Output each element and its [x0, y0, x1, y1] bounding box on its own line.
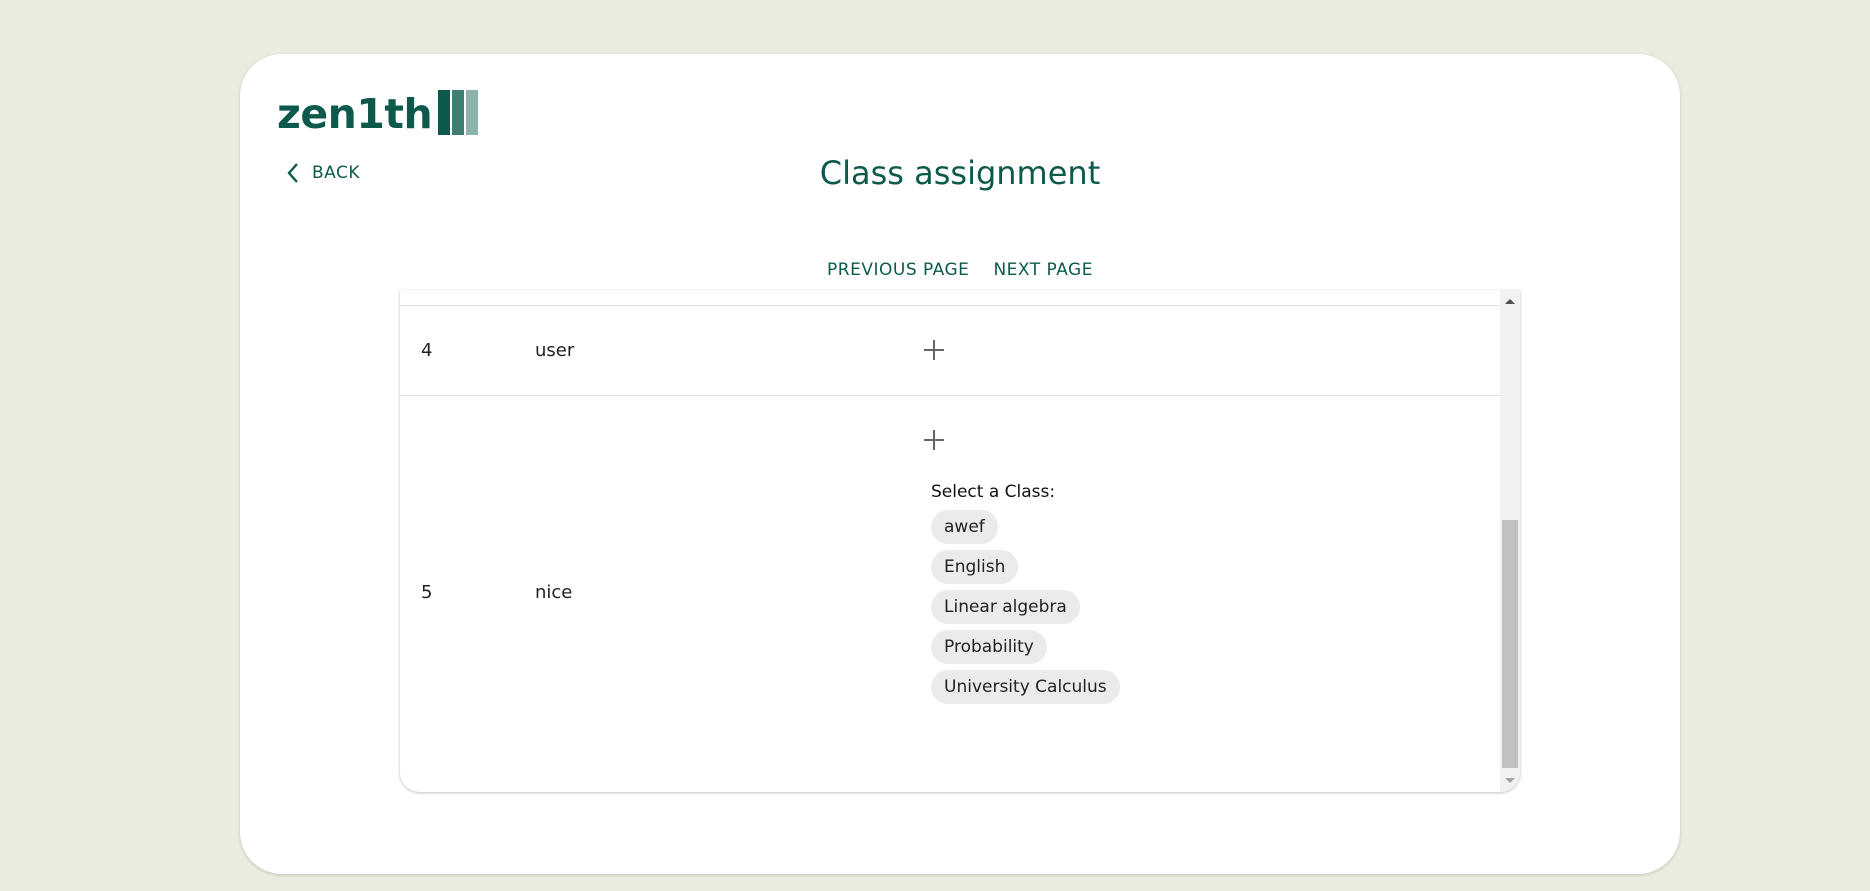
user-table: 4 user 5 nice Select a Class: awef Engli… — [400, 290, 1520, 792]
scroll-down-arrow-icon[interactable] — [1505, 778, 1515, 783]
logo-text: zen1th — [277, 90, 433, 138]
pagination: PREVIOUS PAGE NEXT PAGE — [240, 256, 1680, 284]
logo-bars-icon — [438, 90, 480, 135]
table-body: 4 user 5 nice Select a Class: awef Engli… — [400, 290, 1500, 792]
page-title: Class assignment — [819, 154, 1101, 192]
add-class-icon[interactable] — [922, 428, 946, 452]
row-name: nice — [535, 582, 573, 603]
logo: zen1th — [277, 90, 480, 135]
previous-page-button[interactable]: PREVIOUS PAGE — [825, 256, 971, 284]
class-chip[interactable]: University Calculus — [931, 670, 1120, 704]
class-picker-label: Select a Class: — [931, 482, 1056, 502]
next-page-button[interactable]: NEXT PAGE — [991, 256, 1095, 284]
table-row: 4 user — [400, 306, 1500, 396]
main-card: zen1th BACK Class assignment PREVIOUS PA… — [240, 54, 1680, 874]
row-id: 4 — [421, 340, 433, 361]
row-name: user — [535, 340, 575, 361]
table-row-partial — [400, 290, 1500, 306]
class-chip[interactable]: English — [931, 550, 1019, 584]
add-class-icon[interactable] — [922, 338, 946, 362]
class-chip[interactable]: Probability — [931, 630, 1047, 664]
scroll-up-arrow-icon[interactable] — [1505, 299, 1515, 304]
class-picker: Select a Class: awef English Linear alge… — [931, 482, 1120, 710]
row-id: 5 — [421, 582, 433, 603]
class-chip[interactable]: awef — [931, 510, 998, 544]
scroll-thumb[interactable] — [1502, 520, 1518, 768]
table-row: 5 nice Select a Class: awef English Line… — [400, 396, 1500, 791]
table-scrollbar[interactable] — [1500, 290, 1520, 792]
class-chip[interactable]: Linear algebra — [931, 590, 1080, 624]
